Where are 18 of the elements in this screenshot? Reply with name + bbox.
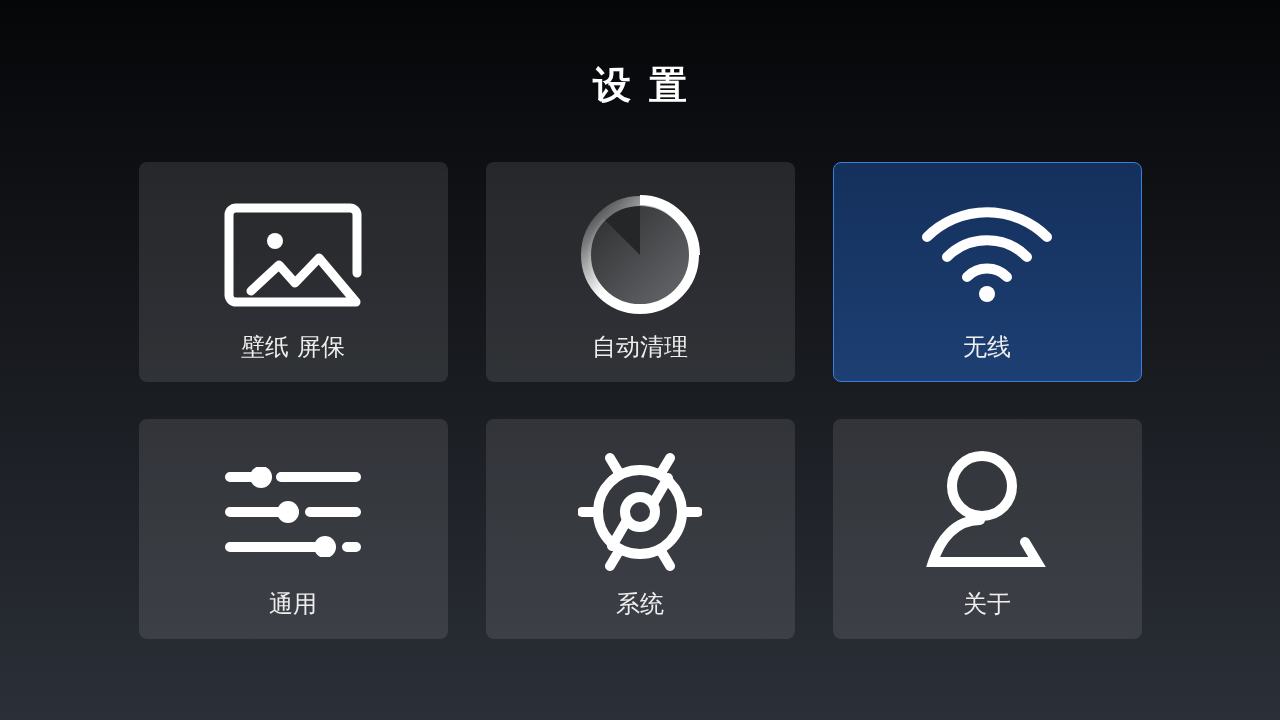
picture-frame-icon [223, 203, 363, 307]
tile-label: 关于 [963, 589, 1011, 620]
screen-title: 设置 [591, 62, 704, 109]
helm-wheel-icon [578, 450, 702, 574]
dial-icon [578, 193, 702, 317]
settings-tile[interactable]: 通用 [138, 419, 448, 639]
settings-tile[interactable]: 无线 [832, 162, 1142, 382]
tile-label: 无线 [963, 332, 1011, 363]
settings-tile[interactable]: 关于 [832, 419, 1142, 639]
sliders-icon [225, 467, 361, 557]
settings-tile[interactable]: 自动清理 [485, 162, 795, 382]
wifi-icon [921, 205, 1053, 305]
settings-tile[interactable]: 壁纸 屏保 [138, 162, 448, 382]
tile-label: 自动清理 [592, 332, 688, 363]
tile-label: 壁纸 屏保 [241, 332, 345, 363]
tile-label: 系统 [616, 589, 664, 620]
tile-label: 通用 [269, 589, 317, 620]
settings-tile[interactable]: 系统 [485, 419, 795, 639]
